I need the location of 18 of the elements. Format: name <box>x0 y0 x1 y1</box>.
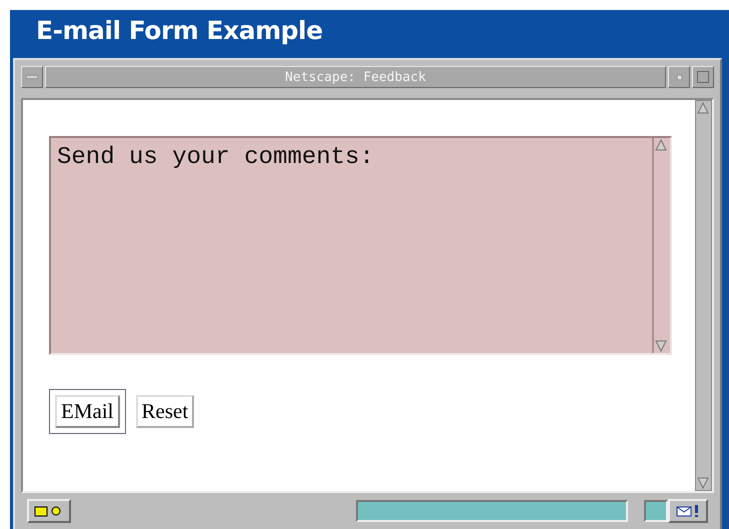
page-scrollbar[interactable] <box>695 100 712 491</box>
slide-title: E-mail Form Example <box>35 15 324 47</box>
status-field <box>644 500 668 522</box>
comments-text: Send us your comments: <box>56 143 375 173</box>
maximize-button[interactable] <box>692 66 714 88</box>
scroll-up-arrow-icon[interactable] <box>696 101 710 115</box>
window-menu-button[interactable] <box>21 66 43 88</box>
scroll-up-arrow-icon[interactable] <box>654 138 668 152</box>
form-button[interactable]: Reset <box>136 395 194 428</box>
bar-icon <box>26 75 38 79</box>
comments-textarea[interactable]: Send us your comments: <box>49 136 672 355</box>
scroll-down-arrow-icon[interactable] <box>654 339 668 353</box>
scroll-down-arrow-icon[interactable] <box>696 476 710 490</box>
minimize-button[interactable] <box>668 66 690 88</box>
mail-icon[interactable] <box>668 499 708 523</box>
form-button[interactable]: EMail <box>55 395 120 428</box>
window-title: Netscape: Feedback <box>45 66 666 88</box>
square-icon <box>697 71 709 83</box>
